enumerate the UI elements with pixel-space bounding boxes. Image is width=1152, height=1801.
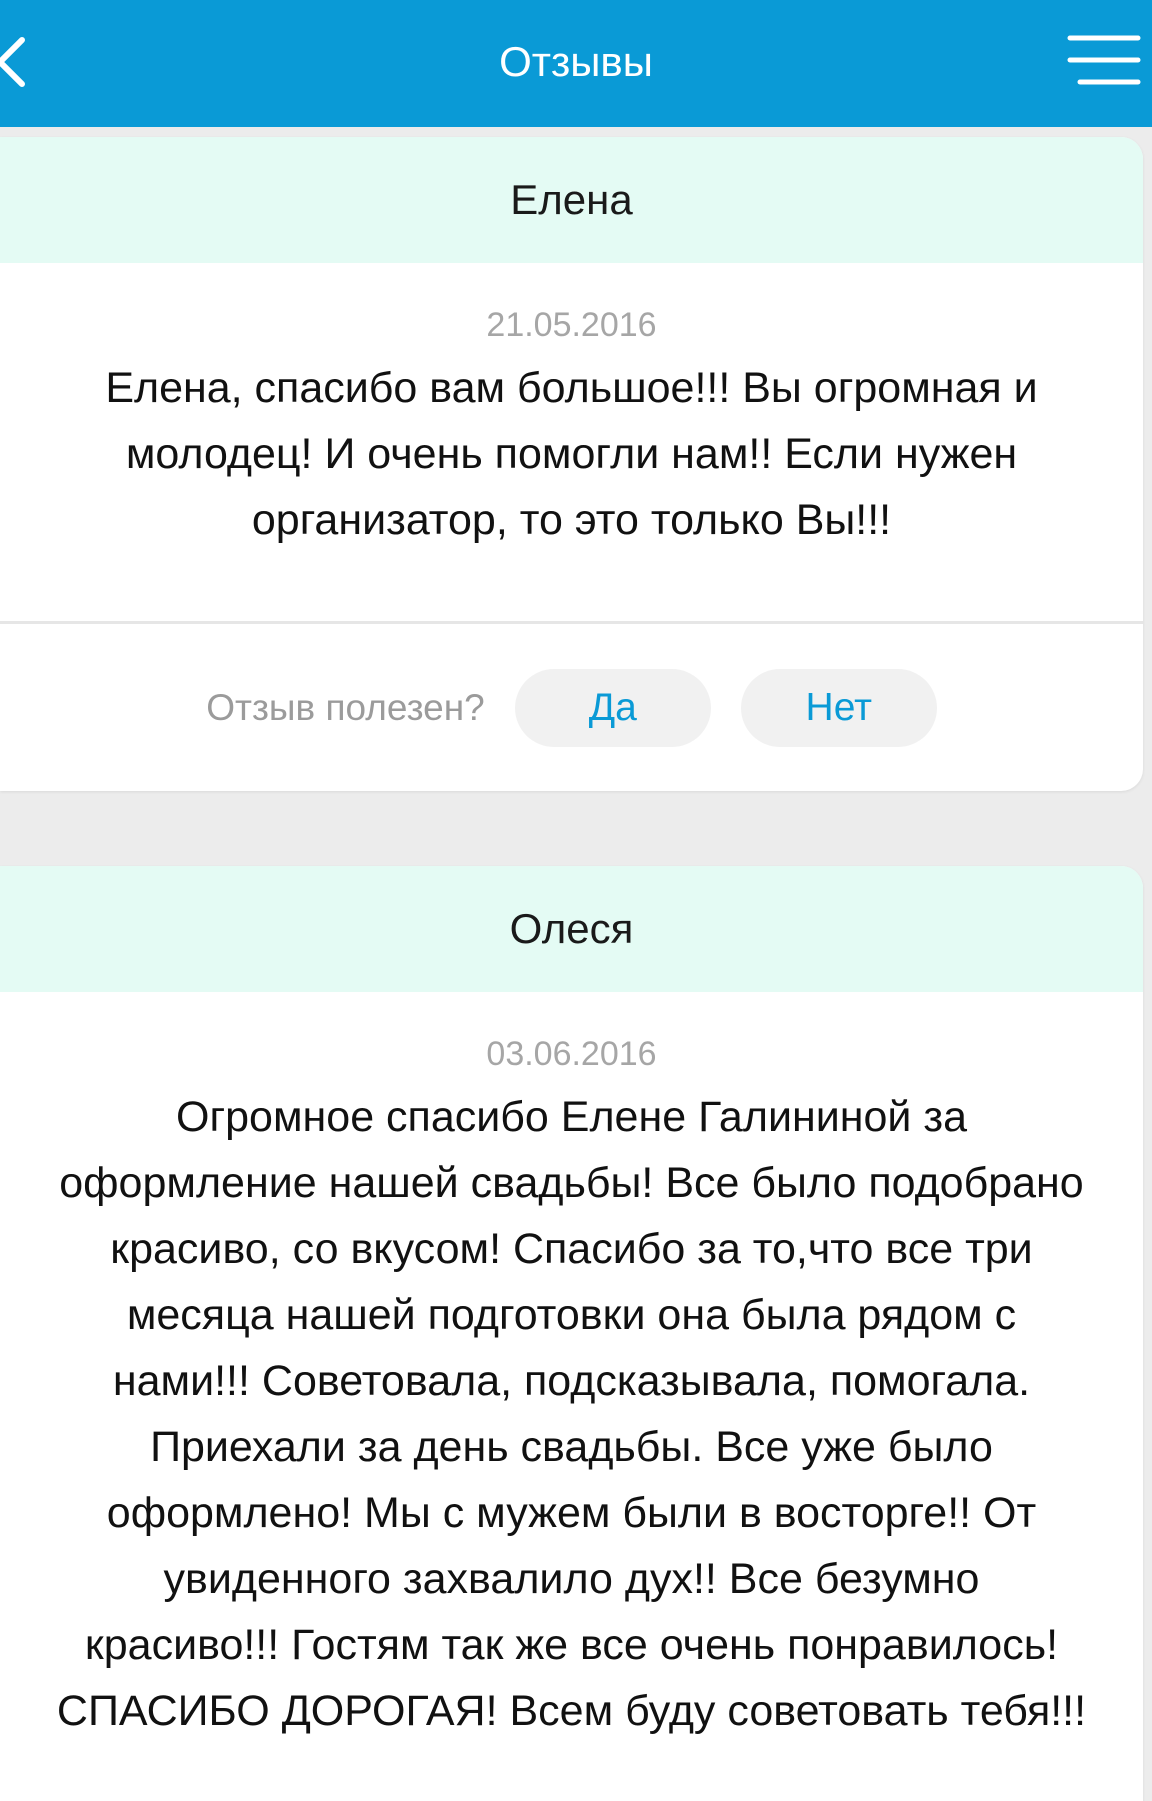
page-title: Отзывы <box>499 38 653 85</box>
review-text: Елена, спасибо вам большое!!! Вы огромна… <box>24 355 1119 553</box>
review-date: 03.06.2016 <box>486 1035 657 1073</box>
review-card: Олеся 03.06.2016 Огромное спасибо Елене … <box>0 866 1143 1801</box>
review-text-line: Огромное спасибо Елене Галининой за <box>176 1093 967 1141</box>
review-author: Елена <box>510 176 633 223</box>
review-text-line: красиво!!! Гостям так же все очень понра… <box>84 1621 1059 1669</box>
review-text-line: оформление нашей свадьбы! Все было подоб… <box>59 1159 1084 1207</box>
helpful-feedback: Отзыв полезен? Да Нет <box>0 624 1143 791</box>
review-body: 03.06.2016 Огромное спасибо Елене Галини… <box>0 992 1143 1744</box>
review-text-line: оформлено! Мы с мужем были в восторге!! … <box>106 1489 1037 1537</box>
helpful-question: Отзыв полезен? <box>206 687 485 728</box>
review-text-line: нами!!! Советовала, подсказывала, помога… <box>112 1357 1031 1405</box>
hamburger-menu-icon[interactable] <box>1064 30 1144 90</box>
helpful-yes-button[interactable]: Да <box>514 669 711 747</box>
review-header: Елена <box>0 137 1143 263</box>
review-text-line: Приехали за день свадьбы. Все уже было <box>150 1423 993 1471</box>
review-text-line: молодец! И очень помогли нам!! Если нуже… <box>125 430 1018 478</box>
review-card: Елена 21.05.2016 Елена, спасибо вам боль… <box>0 137 1143 791</box>
review-author: Олеся <box>509 905 634 952</box>
review-text-line: увиденного захвалило дух!! Все безумно <box>163 1555 980 1603</box>
review-text-line: красиво, со вкусом! Спасибо за то,что вс… <box>110 1225 1033 1273</box>
helpful-no-button[interactable]: Нет <box>740 669 937 747</box>
review-header: Олеся <box>0 866 1143 992</box>
review-date: 21.05.2016 <box>486 306 657 344</box>
review-text-line: организатор, то это только Вы!!! <box>251 496 892 544</box>
review-body: 21.05.2016 Елена, спасибо вам большое!!!… <box>0 263 1143 621</box>
review-text: Огромное спасибо Елене Галининой за офор… <box>24 1084 1119 1744</box>
top-bar: Отзывы <box>0 0 1152 127</box>
review-text-line: Елена, спасибо вам большое!!! Вы огромна… <box>105 364 1038 412</box>
review-text-line: СПАСИБО ДОРОГАЯ! Всем буду советовать те… <box>56 1687 1087 1735</box>
review-text-line: месяца нашей подготовки она была рядом с <box>126 1291 1017 1339</box>
